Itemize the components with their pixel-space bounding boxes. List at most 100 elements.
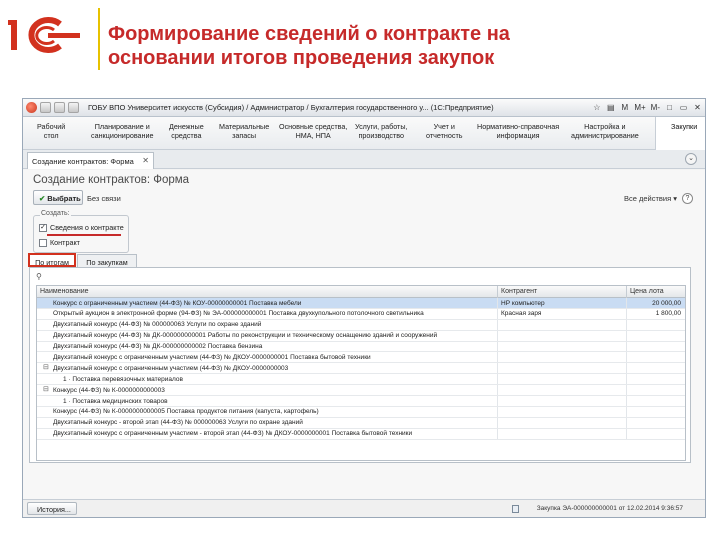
back-icon[interactable] (40, 102, 51, 113)
cell-name: Открытый аукцион в электронной форме (94… (53, 310, 424, 318)
col-divider (626, 428, 627, 439)
col-divider (497, 330, 498, 341)
create-group-label: Создать: (40, 210, 71, 217)
no-link-button[interactable]: Без связи (87, 194, 121, 203)
memory-plus-button[interactable]: M+ (634, 103, 645, 112)
status-bar: История... Закупка ЭА-000000000001 от 12… (23, 499, 705, 517)
form-title: Создание контрактов: Форма (33, 174, 190, 186)
table-row[interactable]: Двухэтапный конкурс с ограниченным участ… (37, 428, 685, 440)
calc-icon[interactable]: ▤ (606, 103, 615, 112)
slide-title: Формирование сведений о контракте на осн… (108, 22, 708, 70)
col-divider (497, 308, 498, 319)
col-divider (626, 308, 627, 319)
col-divider (497, 417, 498, 428)
table-body: Конкурс с ограниченным участием (44-ФЗ) … (37, 298, 685, 440)
section-reference[interactable]: Нормативно-справочная информация (477, 122, 559, 140)
search-icon[interactable]: ⚲ (36, 272, 42, 281)
results-panel: ⚲ Наименование Контрагент Цена лота Конк… (29, 267, 691, 463)
help-icon[interactable]: ? (682, 193, 693, 204)
menu-icon[interactable] (68, 102, 79, 113)
table-row[interactable]: Двухэтапный конкурс (44-ФЗ) № ДК-0000000… (37, 330, 685, 342)
table-row[interactable]: Конкурс (44-ФЗ) № К-0000000000005 Постав… (37, 406, 685, 418)
slide-title-line1: Формирование сведений о контракте на (108, 23, 510, 45)
create-group: Создать: ✓ Сведения о контракте Контракт (33, 210, 129, 253)
col-divider (497, 286, 498, 298)
tree-collapse-icon[interactable]: ⊟ (43, 385, 49, 393)
restore-icon[interactable]: ▭ (679, 103, 688, 112)
section-planning[interactable]: Планирование и санкционирование (91, 122, 154, 140)
select-button-label: Выбрать (47, 194, 81, 203)
cell-name: Конкурс (44-ФЗ) № К-0000000000005 Постав… (53, 408, 319, 416)
checkbox-empty-icon[interactable] (39, 238, 47, 247)
col-divider (626, 385, 627, 396)
tab-by-procurements[interactable]: По закупкам (77, 254, 137, 268)
col-price-header[interactable]: Цена лота (630, 288, 664, 295)
col-divider (626, 396, 627, 406)
table-row[interactable]: Двухэтапный конкурс - второй этап (44-ФЗ… (37, 417, 685, 429)
select-button[interactable]: ✔ Выбрать (33, 190, 83, 205)
col-name-header[interactable]: Наименование (40, 288, 89, 295)
cell-name: 1 · Поставка медицинских товаров (63, 397, 168, 405)
table-row[interactable]: Конкурс с ограниченным участием (44-ФЗ) … (37, 298, 685, 309)
sections-panel: Рабочий стол Планирование и санкционирован… (23, 117, 705, 150)
col-divider (497, 428, 498, 439)
history-button[interactable]: История... (27, 502, 77, 515)
table-row[interactable]: ⊟ Конкурс (44-ФЗ) № К-0000000000003 (37, 385, 685, 397)
section-accounting[interactable]: Учет и отчетность (426, 122, 463, 140)
table-row[interactable]: 1 · Поставка медицинских товаров (37, 396, 685, 407)
section-desktop[interactable]: Рабочий стол (37, 122, 65, 140)
section-cash[interactable]: Денежные средства (169, 122, 204, 140)
table-row[interactable]: 1 · Поставка перевязочных материалов (37, 374, 685, 386)
table-row[interactable]: Двухэтапный конкурс (44-ФЗ) № ДК-0000000… (37, 341, 685, 353)
checkbox-checked-icon[interactable]: ✓ (39, 223, 47, 232)
highlight-box (28, 253, 76, 267)
cell-price: 1 800,00 (655, 310, 681, 318)
checkbox-contract-info[interactable]: ✓ Сведения о контракте (39, 223, 124, 232)
form-area: Создание контрактов: Форма ✔ Выбрать Без … (23, 170, 705, 500)
col-divider (626, 330, 627, 341)
checkbox-contract-info-label: Сведения о контракте (50, 223, 124, 232)
forward-icon[interactable] (54, 102, 65, 113)
section-materials[interactable]: Материальные запасы (219, 122, 269, 140)
section-procurement[interactable]: Закупки (671, 122, 697, 132)
check-icon: ✔ (39, 194, 46, 203)
chevron-down-icon[interactable]: ⌄ (685, 153, 697, 165)
window-controls: ☆ ▤ M M+ M- □ ▭ ✕ (592, 103, 702, 112)
col-divider (626, 417, 627, 428)
tree-collapse-icon[interactable]: ⊟ (43, 363, 49, 371)
tab-close-icon[interactable]: ✕ (142, 156, 149, 165)
table-row[interactable]: Двухэтапный конкурс (44-ФЗ) № 000000063 … (37, 319, 685, 331)
cell-name: Двухэтапный конкурс - второй этап (44-ФЗ… (53, 419, 303, 427)
col-divider (626, 341, 627, 352)
col-contractor-header[interactable]: Контрагент (501, 288, 537, 295)
1c-logo-icon (8, 17, 80, 53)
col-divider (626, 298, 627, 308)
maximize-icon[interactable]: □ (665, 103, 674, 112)
table-row[interactable]: Двухэтапный конкурс с ограниченным участ… (37, 352, 685, 364)
document-tab[interactable]: Создание контрактов: Форма ✕ (27, 152, 154, 169)
close-icon[interactable]: ✕ (693, 103, 702, 112)
cell-name: Двухэтапный конкурс с ограниченным участ… (53, 353, 371, 361)
checkbox-contract[interactable]: Контракт (39, 238, 80, 247)
checkbox-contract-label: Контракт (50, 238, 80, 247)
slide-title-line2: основании итогов проведения закупок (108, 47, 495, 69)
table-row[interactable]: ⊟ Двухэтапный конкурс с ограниченным учас… (37, 363, 685, 375)
memory-minus-button[interactable]: M- (651, 103, 660, 112)
cell-contractor: НР компьютер (501, 299, 545, 307)
section-services[interactable]: Услуги, работы, производство (355, 122, 408, 140)
col-divider (626, 286, 627, 298)
app-logo-icon (26, 102, 37, 113)
more-actions-menu[interactable]: Все действия ▾ (624, 194, 677, 203)
section-settings[interactable]: Настройка и администрирование (571, 122, 639, 140)
cell-name: Конкурс (44-ФЗ) № К-0000000000003 (53, 386, 165, 394)
cell-name: Двухэтапный конкурс с ограниченным участ… (53, 364, 289, 372)
memory-button[interactable]: M (620, 103, 629, 112)
col-divider (497, 352, 498, 363)
status-text[interactable]: Закупка ЭА-000000000001 от 12.02.2014 9:… (537, 505, 683, 512)
bookmark-icon[interactable]: ☆ (592, 103, 601, 112)
col-divider (626, 363, 627, 374)
section-fixed-assets[interactable]: Основные средства, НМА, НПА (279, 122, 347, 140)
col-divider (626, 406, 627, 417)
open-documents-bar: Создание контрактов: Форма ✕ ⌄ (23, 150, 705, 169)
table-row[interactable]: Открытый аукцион в электронной форме (94… (37, 308, 685, 320)
